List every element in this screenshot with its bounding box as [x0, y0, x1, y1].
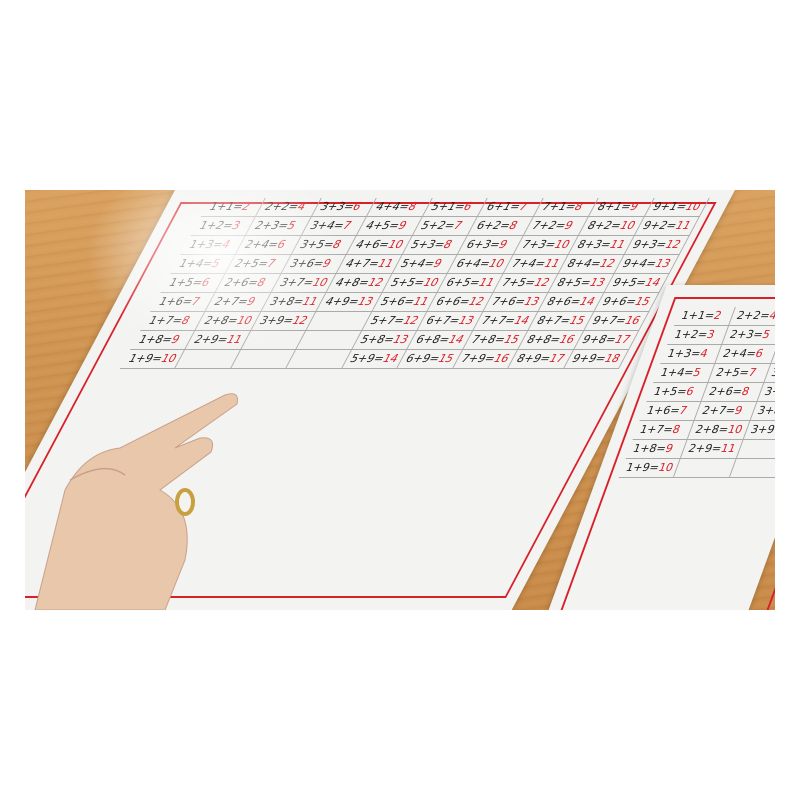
ring-icon	[175, 488, 195, 516]
pointing-hand	[34, 393, 238, 610]
photo: 1+1=2 2+2=4 3+3=6 4+4=8 5+1=6 6+1=7 7+1=8 8+1=9…	[25, 190, 775, 610]
